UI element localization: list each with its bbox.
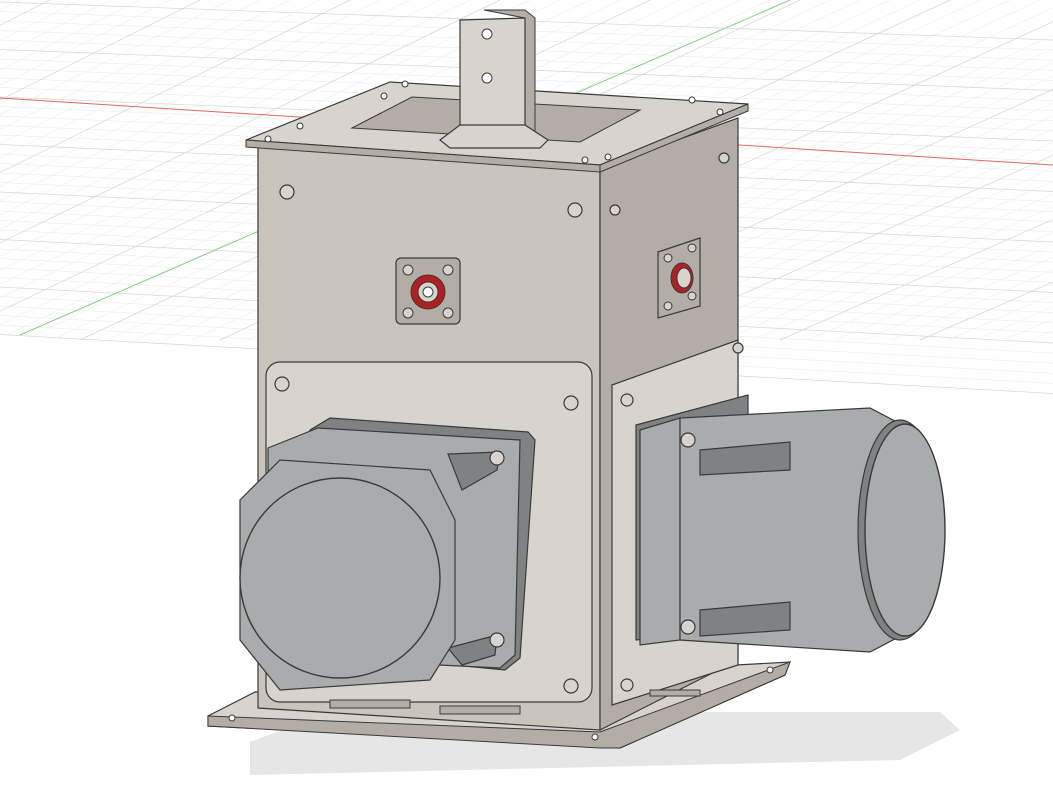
grid-line [0, 0, 141, 341]
bracket-tab-icon[interactable] [439, 9, 549, 149]
grid-line [779, 0, 1053, 341]
side-flange-bearing-icon[interactable] [657, 237, 701, 319]
grid-line [723, 0, 1053, 341]
grid-line [0, 0, 21, 341]
stepper-motor-side-icon[interactable] [635, 394, 946, 653]
grid-line [1031, 0, 1053, 341]
stepper-motor-front-icon[interactable] [239, 417, 536, 691]
cad-scene[interactable] [0, 0, 1053, 797]
grid-line [0, 0, 111, 341]
cad-viewport[interactable] [0, 0, 1053, 797]
flange-bearing-icon[interactable] [395, 257, 461, 325]
grid-line [807, 0, 1053, 341]
